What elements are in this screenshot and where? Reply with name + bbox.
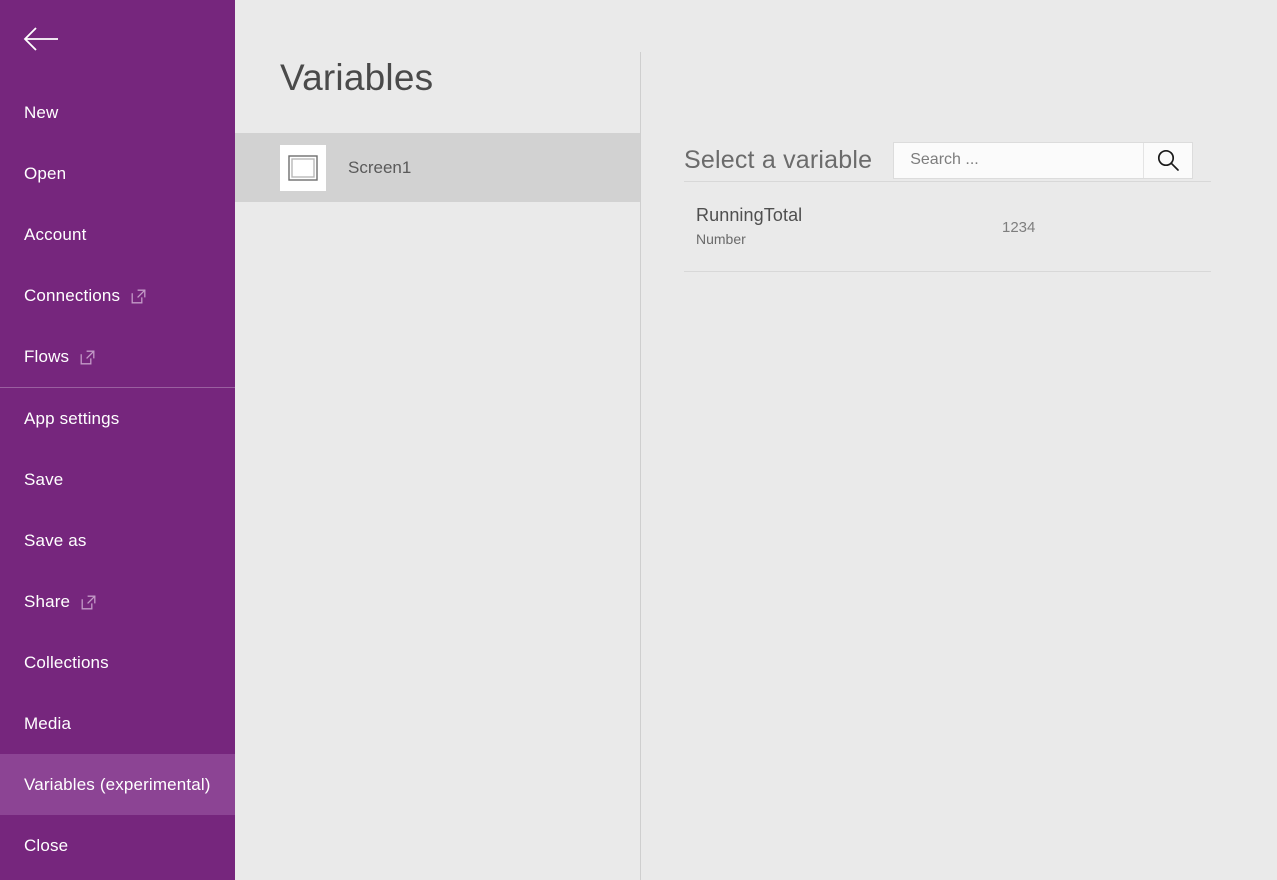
variables-panel-header: Select a variable [684, 138, 1212, 182]
screen-name-label: Screen1 [348, 157, 412, 177]
sidebar-item-flows[interactable]: Flows [0, 326, 235, 387]
sidebar-item-media[interactable]: Media [0, 693, 235, 754]
sidebar-item-label: App settings [24, 408, 120, 428]
screen-thumbnail-icon [280, 144, 326, 191]
variable-row-rule [684, 271, 1211, 272]
power-apps-backstage: New Open Account Connections Flows App s… [0, 0, 1277, 880]
sidebar-item-open[interactable]: Open [0, 143, 235, 204]
search-icon [1156, 148, 1180, 172]
page-title: Variables [280, 57, 434, 98]
open-in-new-icon [131, 289, 146, 304]
sidebar-item-variables[interactable]: Variables (experimental) [0, 754, 235, 815]
open-in-new-icon [81, 595, 96, 610]
sidebar-item-label: Variables (experimental) [24, 774, 211, 794]
sidebar-item-label: New [24, 102, 59, 122]
sidebar-item-label: Flows [24, 346, 70, 366]
sidebar-item-app-settings[interactable]: App settings [0, 388, 235, 449]
sidebar-item-connections[interactable]: Connections [0, 265, 235, 326]
sidebar-item-save[interactable]: Save [0, 449, 235, 510]
sidebar-item-label: Account [24, 224, 87, 244]
sidebar-item-label: Collections [24, 652, 109, 672]
sidebar-item-share[interactable]: Share [0, 571, 235, 632]
open-in-new-icon [80, 350, 95, 365]
sidebar-item-label: Close [24, 835, 69, 855]
variable-row-runningtotal[interactable]: RunningTotal Number 1234 [684, 195, 1211, 265]
sidebar-item-account[interactable]: Account [0, 204, 235, 265]
search-box[interactable] [893, 141, 1194, 179]
search-button[interactable] [1144, 143, 1192, 178]
sidebar-nav-list: New Open Account Connections Flows App s… [0, 82, 235, 876]
variable-name: RunningTotal [696, 205, 803, 225]
sidebar-item-label: Connections [24, 285, 121, 305]
variable-value: 1234 [1002, 219, 1036, 236]
sidebar-item-save-as[interactable]: Save as [0, 510, 235, 571]
sidebar-item-label: Share [24, 591, 71, 611]
back-arrow-icon [22, 26, 60, 52]
search-input[interactable] [894, 142, 1144, 178]
sidebar-item-collections[interactable]: Collections [0, 632, 235, 693]
select-a-variable-label: Select a variable [684, 145, 873, 174]
sidebar-item-label: Media [24, 713, 72, 733]
sidebar-item-label: Save [24, 469, 64, 489]
sidebar-item-label: Save as [24, 530, 87, 550]
variables-panel: Select a variable [641, 0, 1277, 880]
variable-type: Number [696, 231, 746, 247]
screens-panel: Variables Screen1 [235, 0, 641, 880]
sidebar-item-new[interactable]: New [0, 82, 235, 143]
sidebar: New Open Account Connections Flows App s… [0, 0, 235, 880]
back-button[interactable] [0, 0, 235, 78]
sidebar-item-label: Open [24, 163, 67, 183]
header-rule [684, 181, 1211, 182]
list-item-screen1[interactable]: Screen1 [235, 133, 641, 202]
sidebar-item-close[interactable]: Close [0, 815, 235, 876]
